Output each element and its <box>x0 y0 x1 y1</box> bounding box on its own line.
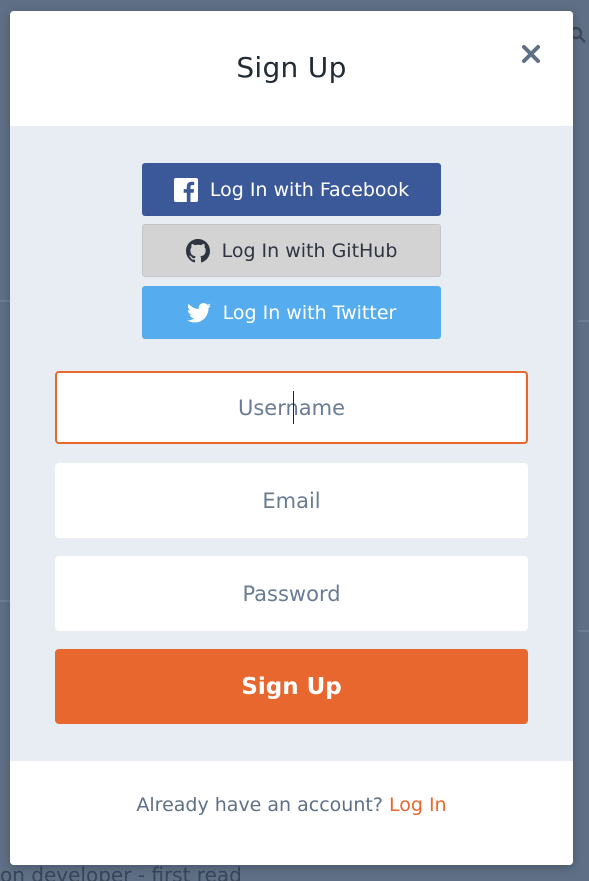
background-text: on developer - first read <box>0 863 242 881</box>
twitter-login-label: Log In with Twitter <box>222 301 397 324</box>
modal-title: Sign Up <box>236 51 347 84</box>
github-icon <box>185 238 210 263</box>
facebook-icon <box>173 177 198 202</box>
twitter-login-button[interactable]: Log In with Twitter <box>142 286 441 339</box>
facebook-login-button[interactable]: Log In with Facebook <box>142 163 441 216</box>
password-input[interactable] <box>55 580 528 607</box>
close-icon <box>518 41 544 67</box>
text-cursor <box>293 391 294 424</box>
background-divider <box>578 320 589 322</box>
signup-modal: Sign Up Log In with Facebook Log In with… <box>10 11 573 865</box>
login-prompt: Already have an account? Log In <box>10 794 573 816</box>
close-button[interactable] <box>518 41 544 67</box>
github-login-label: Log In with GitHub <box>221 239 398 262</box>
login-link[interactable]: Log In <box>389 794 447 816</box>
background-divider <box>578 630 589 632</box>
login-prompt-text: Already have an account? <box>136 794 383 816</box>
email-input[interactable] <box>55 487 528 514</box>
password-field[interactable] <box>55 556 528 631</box>
username-input[interactable] <box>57 394 526 421</box>
signup-button[interactable]: Sign Up <box>55 649 528 724</box>
github-login-button[interactable]: Log In with GitHub <box>142 224 441 277</box>
twitter-icon <box>186 301 211 325</box>
modal-footer: Already have an account? Log In <box>10 761 573 865</box>
facebook-login-label: Log In with Facebook <box>209 178 410 201</box>
email-field[interactable] <box>55 463 528 538</box>
modal-header: Sign Up <box>10 11 573 126</box>
username-field[interactable] <box>55 371 528 444</box>
